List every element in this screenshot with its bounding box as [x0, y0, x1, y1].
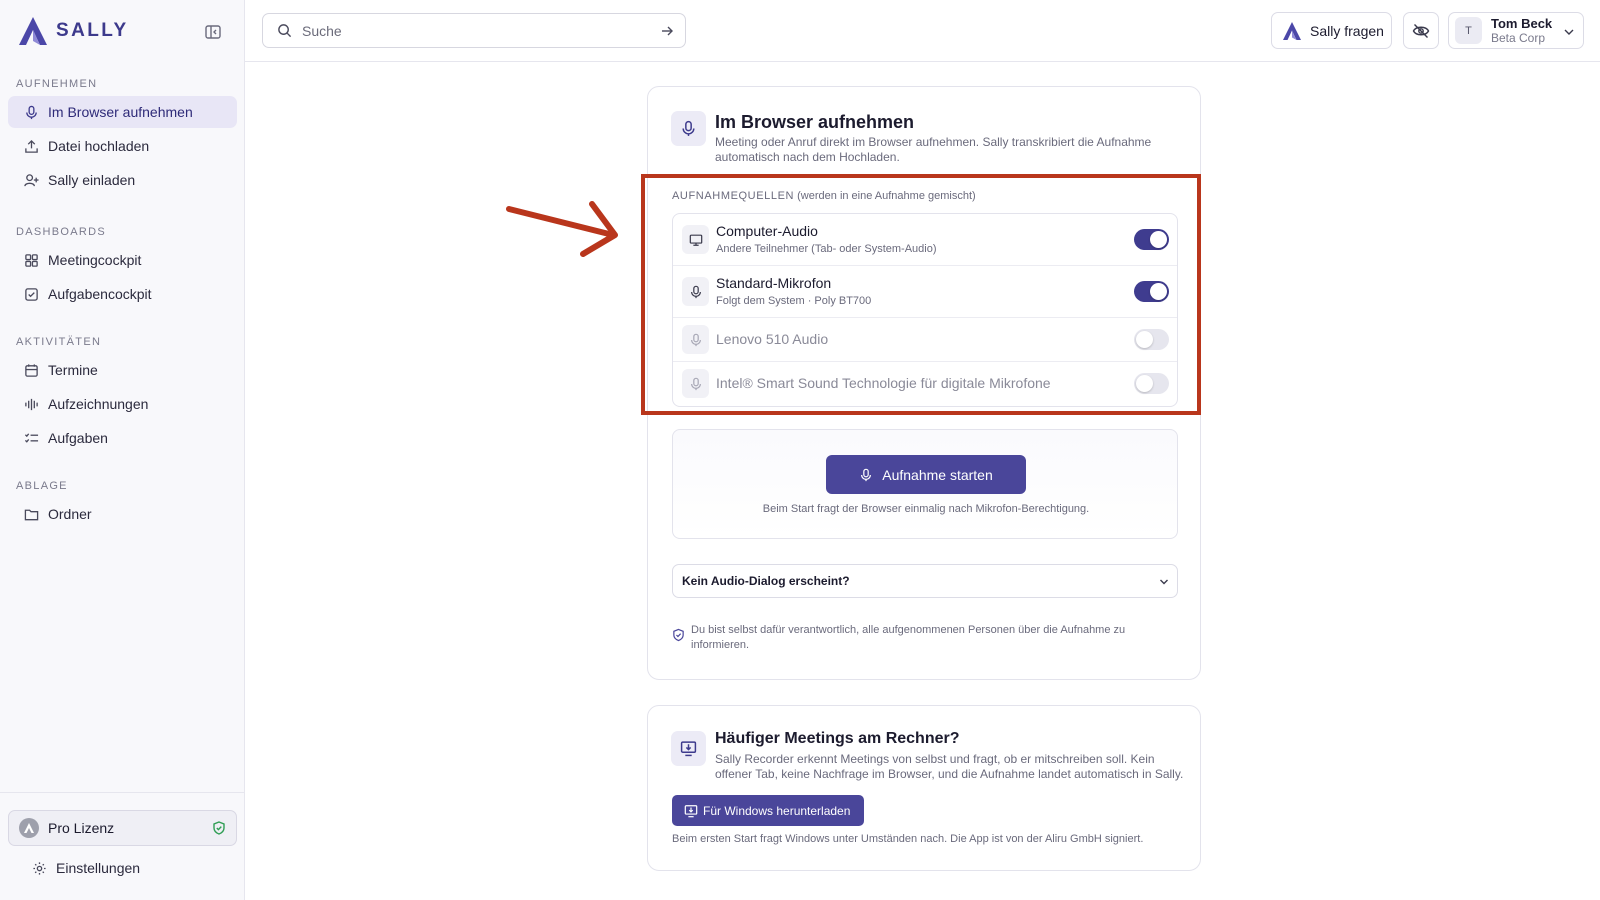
- folder-icon: [24, 509, 39, 520]
- card-icon-box: [671, 731, 706, 766]
- sidebar-item-label: Aufzeichnungen: [48, 396, 149, 412]
- sidebar-item-label: Ordner: [48, 506, 92, 522]
- topbar: Sally fragen T Tom Beck Beta Corp: [245, 0, 1600, 62]
- sally-logo-icon: [1283, 21, 1301, 40]
- card-description: Sally Recorder erkennt Meetings von selb…: [715, 752, 1184, 781]
- search-bar[interactable]: [262, 13, 686, 48]
- arrow-right-icon[interactable]: [660, 24, 674, 38]
- download-windows-button[interactable]: Für Windows herunterladen: [672, 795, 864, 826]
- annotation-arrow-icon: [506, 201, 618, 257]
- download-hint: Beim ersten Start fragt Windows unter Um…: [672, 833, 1144, 845]
- annotation-highlight-box: [641, 174, 1201, 415]
- user-plus-icon: [24, 173, 39, 186]
- consent-notice: Du bist selbst dafür verantwortlich, all…: [672, 623, 1162, 653]
- desktop-app-card: Häufiger Meetings am Rechner? Sally Reco…: [647, 705, 1201, 871]
- sidebar: SALLY AUFNEHMEN Im Browser aufnehmen Dat…: [0, 0, 245, 900]
- brand-name: SALLY: [56, 20, 129, 41]
- chevron-down-icon: [1564, 29, 1574, 35]
- download-windows-label: Für Windows herunterladen: [703, 803, 851, 818]
- section-title: AUFNEHMEN: [16, 78, 98, 90]
- sidebar-collapse-icon[interactable]: [204, 23, 222, 41]
- sally-logo-icon: [19, 17, 47, 45]
- monitor-download-icon: [684, 804, 698, 817]
- sidebar-item-label: Aufgaben: [48, 430, 108, 446]
- sidebar-item-settings[interactable]: Einstellungen: [16, 852, 245, 884]
- card-title: Im Browser aufnehmen: [715, 112, 915, 132]
- card-description: Meeting oder Anruf direkt im Browser auf…: [715, 135, 1152, 164]
- sidebar-item-label: Datei hochladen: [48, 138, 150, 154]
- sidebar-item-ordner[interactable]: Ordner: [8, 498, 237, 530]
- license-label: Pro Lizenz: [48, 820, 115, 836]
- search-input[interactable]: [302, 22, 642, 39]
- ask-sally-button[interactable]: Sally fragen: [1271, 12, 1392, 49]
- license-avatar: [19, 818, 39, 838]
- nav-section-aufnehmen: AUFNEHMEN Im Browser aufnehmen Datei hoc…: [0, 78, 245, 196]
- section-title: DASHBOARDS: [16, 226, 107, 238]
- upload-icon: [25, 139, 38, 153]
- mic-icon: [682, 120, 695, 136]
- gear-icon: [33, 861, 46, 875]
- ask-sally-label: Sally fragen: [1310, 22, 1384, 39]
- sidebar-item-label: Im Browser aufnehmen: [48, 104, 193, 120]
- nav-section-ablage: ABLAGE Ordner: [0, 480, 245, 530]
- shield-check-icon: [213, 821, 225, 835]
- record-start-panel: Aufnahme starten Beim Start fragt der Br…: [672, 429, 1178, 539]
- start-recording-button[interactable]: Aufnahme starten: [826, 455, 1026, 494]
- consent-text: Du bist selbst dafür verantwortlich, all…: [691, 624, 1126, 651]
- section-title: ABLAGE: [16, 480, 68, 492]
- accordion-label: Kein Audio-Dialog erscheint?: [682, 574, 850, 588]
- sally-mark-icon: [24, 823, 34, 833]
- mic-icon: [26, 105, 37, 119]
- user-menu[interactable]: T Tom Beck Beta Corp: [1448, 12, 1584, 49]
- sidebar-item-termine[interactable]: Termine: [8, 354, 237, 386]
- sidebar-item-label: Aufgabencockpit: [48, 286, 152, 302]
- avatar: T: [1455, 17, 1482, 44]
- calendar-icon: [25, 363, 38, 377]
- license-badge[interactable]: Pro Lizenz: [8, 810, 237, 846]
- start-recording-label: Aufnahme starten: [882, 466, 993, 483]
- user-org: Beta Corp: [1491, 31, 1546, 45]
- no-audio-dialog-accordion[interactable]: Kein Audio-Dialog erscheint?: [672, 564, 1178, 598]
- waveform-icon: [25, 398, 38, 410]
- sidebar-item-aufgaben[interactable]: Aufgaben: [8, 422, 237, 454]
- card-title: Häufiger Meetings am Rechner?: [715, 730, 960, 747]
- shield-check-icon: [673, 628, 684, 642]
- section-title: AKTIVITÄTEN: [16, 336, 102, 348]
- sidebar-item-label: Einstellungen: [56, 860, 141, 876]
- record-hint: Beim Start fragt der Browser einmalig na…: [762, 503, 1090, 515]
- check-square-icon: [25, 287, 38, 301]
- user-info: Tom Beck Beta Corp: [1491, 16, 1552, 45]
- eye-off-icon: [1412, 23, 1430, 38]
- grid-icon: [25, 253, 38, 267]
- monitor-download-icon: [680, 741, 697, 757]
- user-name: Tom Beck: [1491, 16, 1553, 31]
- sidebar-item-invite[interactable]: Sally einladen: [8, 164, 237, 196]
- nav-section-aktivitaeten: AKTIVITÄTEN Termine Aufzeichnungen Aufga…: [0, 336, 245, 454]
- card-icon-box: [671, 111, 706, 146]
- sidebar-item-meetingcockpit[interactable]: Meetingcockpit: [8, 244, 237, 276]
- search-icon: [278, 24, 292, 38]
- chevron-down-icon: [1160, 579, 1168, 585]
- nav-section-dashboards: DASHBOARDS Meetingcockpit Aufgabencockpi…: [0, 226, 245, 310]
- sidebar-item-browser-record[interactable]: Im Browser aufnehmen: [8, 96, 237, 128]
- sidebar-item-label: Termine: [48, 362, 98, 378]
- sidebar-footer: Pro Lizenz Einstellungen: [0, 792, 245, 900]
- privacy-toggle-button[interactable]: [1403, 12, 1439, 49]
- sidebar-item-aufzeichnungen[interactable]: Aufzeichnungen: [8, 388, 237, 420]
- sidebar-item-label: Meetingcockpit: [48, 252, 142, 268]
- mic-icon: [861, 468, 872, 481]
- sidebar-item-aufgabencockpit[interactable]: Aufgabencockpit: [8, 278, 237, 310]
- sidebar-item-label: Sally einladen: [48, 172, 136, 188]
- sidebar-item-upload[interactable]: Datei hochladen: [8, 130, 237, 162]
- list-check-icon: [24, 432, 39, 443]
